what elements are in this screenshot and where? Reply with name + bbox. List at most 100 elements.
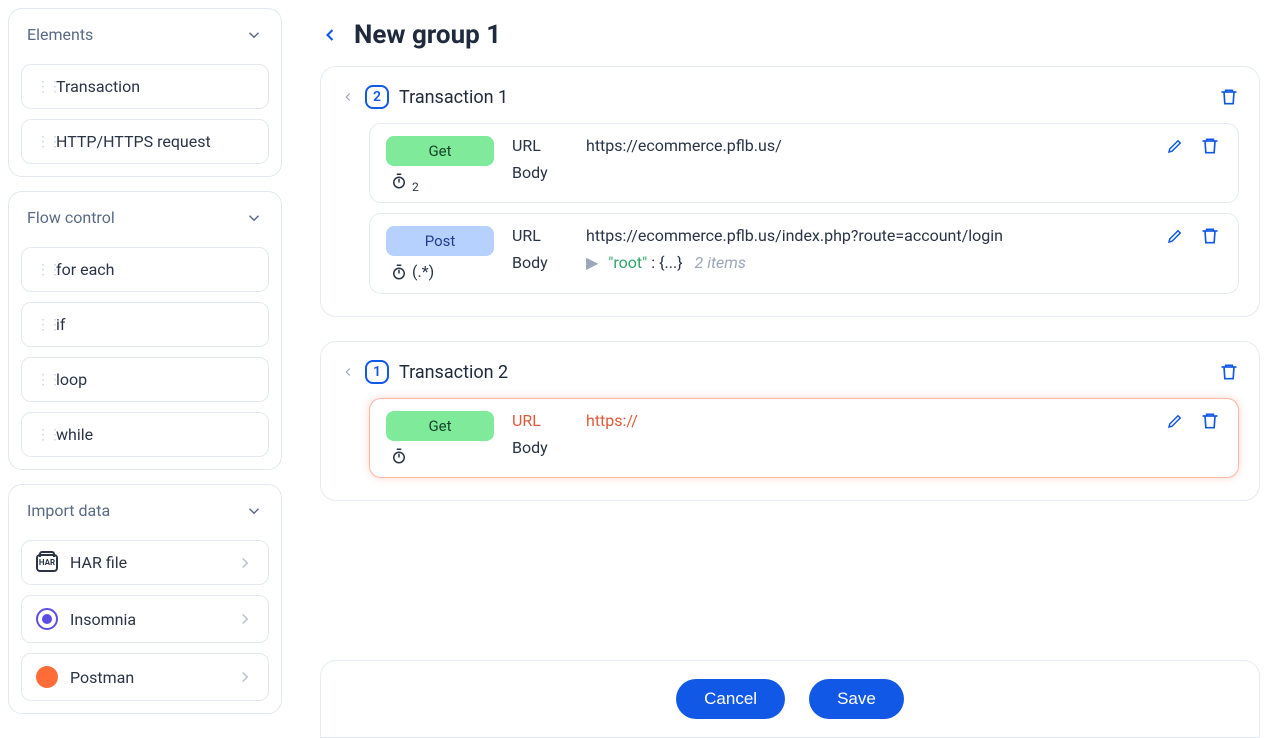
page-title: New group 1 [354, 20, 501, 50]
trash-icon[interactable] [1200, 411, 1220, 431]
panel-flow-control: Flow control ⋮⋮ for each ⋮⋮ if ⋮⋮ loop ⋮… [8, 191, 282, 470]
url-label: URL [512, 136, 568, 155]
chevron-down-icon [341, 90, 355, 104]
transaction-title: Transaction 1 [399, 87, 508, 108]
panel-import-data: Import data HAR HAR file Insomnia Postma… [8, 484, 282, 714]
timer-count: 2 [412, 180, 419, 194]
panel-header-flow[interactable]: Flow control [21, 202, 269, 237]
method-column: Post (.*) [386, 226, 494, 281]
sidebar-item-label: loop [56, 370, 87, 389]
chevron-down-icon [245, 26, 263, 44]
footer-actions: Cancel Save [320, 660, 1260, 738]
import-item-har[interactable]: HAR HAR file [21, 540, 269, 585]
body-value [586, 438, 638, 457]
json-bracket: : {...} [651, 253, 682, 272]
sidebar-item-loop[interactable]: ⋮⋮ loop [21, 357, 269, 402]
request-row[interactable]: Post (.*) URL https://ecommerce.pflb.us/… [369, 213, 1239, 294]
body-value: ▶ "root" : {...} 2 items [586, 253, 1003, 272]
method-column: Get 2 [386, 136, 494, 190]
drag-handle-icon: ⋮⋮ [36, 79, 46, 95]
request-count-badge: 1 [365, 360, 389, 384]
main-content: New group 1 2 Transaction 1 Get 2 [290, 0, 1270, 738]
transaction-header[interactable]: 2 Transaction 1 [341, 85, 1239, 109]
cancel-button[interactable]: Cancel [676, 679, 785, 719]
import-item-postman[interactable]: Postman [21, 653, 269, 701]
url-label: URL [512, 226, 568, 245]
method-badge-get: Get [386, 411, 494, 441]
sidebar-item-label: HTTP/HTTPS request [56, 132, 211, 151]
body-label: Body [512, 163, 568, 182]
sidebar: Elements ⋮⋮ Transaction ⋮⋮ HTTP/HTTPS re… [0, 0, 290, 738]
panel-title: Flow control [27, 208, 115, 227]
sidebar-item-http-request[interactable]: ⋮⋮ HTTP/HTTPS request [21, 119, 269, 164]
import-item-label: Postman [70, 668, 134, 687]
drag-handle-icon: ⋮⋮ [36, 427, 46, 443]
panel-header-import[interactable]: Import data [21, 495, 269, 530]
drag-handle-icon: ⋮⋮ [36, 372, 46, 388]
request-details: URL https:// Body [512, 411, 638, 457]
sidebar-item-label: if [56, 315, 65, 334]
url-value: https:// [586, 411, 638, 430]
edit-icon[interactable] [1166, 412, 1184, 430]
request-details: URL https://ecommerce.pflb.us/ Body [512, 136, 782, 182]
trash-icon[interactable] [1219, 87, 1239, 107]
save-button[interactable]: Save [809, 679, 904, 719]
trash-icon[interactable] [1219, 362, 1239, 382]
sidebar-item-while[interactable]: ⋮⋮ while [21, 412, 269, 457]
timer-indicator: (.*) [386, 262, 434, 281]
transaction-header[interactable]: 1 Transaction 2 [341, 360, 1239, 384]
request-row[interactable]: Get 2 URL https://ecommerce.pflb.us/ Bod… [369, 123, 1239, 203]
trash-icon[interactable] [1200, 136, 1220, 156]
import-item-insomnia[interactable]: Insomnia [21, 595, 269, 643]
url-label: URL [512, 411, 568, 430]
chevron-right-icon [236, 554, 254, 572]
import-item-label: HAR file [70, 553, 127, 572]
sidebar-item-label: for each [56, 260, 114, 279]
timer-indicator [386, 447, 408, 465]
transaction-card: 2 Transaction 1 Get 2 URL https://ecomme… [320, 66, 1260, 317]
chevron-down-icon [341, 365, 355, 379]
panel-elements: Elements ⋮⋮ Transaction ⋮⋮ HTTP/HTTPS re… [8, 8, 282, 177]
json-key: "root" [608, 253, 647, 272]
drag-handle-icon: ⋮⋮ [36, 134, 46, 150]
drag-handle-icon: ⋮⋮ [36, 317, 46, 333]
edit-icon[interactable] [1166, 137, 1184, 155]
body-label: Body [512, 253, 568, 272]
method-column: Get [386, 411, 494, 465]
method-badge-post: Post [386, 226, 494, 256]
chevron-down-icon [245, 502, 263, 520]
url-value: https://ecommerce.pflb.us/ [586, 136, 782, 155]
edit-icon[interactable] [1166, 227, 1184, 245]
method-badge-get: Get [386, 136, 494, 166]
body-label: Body [512, 438, 568, 457]
body-value [586, 163, 782, 182]
sidebar-item-label: while [56, 425, 93, 444]
request-count-badge: 2 [365, 85, 389, 109]
expand-triangle-icon[interactable]: ▶ [586, 253, 598, 272]
sidebar-item-if[interactable]: ⋮⋮ if [21, 302, 269, 347]
sidebar-item-transaction[interactable]: ⋮⋮ Transaction [21, 64, 269, 109]
back-button[interactable] [320, 25, 340, 45]
insomnia-icon [36, 608, 58, 630]
trash-icon[interactable] [1200, 226, 1220, 246]
sidebar-item-foreach[interactable]: ⋮⋮ for each [21, 247, 269, 292]
panel-title: Elements [27, 25, 93, 44]
panel-title: Import data [27, 501, 110, 520]
har-file-icon: HAR [36, 554, 58, 572]
drag-handle-icon: ⋮⋮ [36, 262, 46, 278]
stopwatch-icon [390, 172, 408, 190]
import-item-label: Insomnia [70, 610, 136, 629]
chevron-down-icon [245, 209, 263, 227]
postman-icon [36, 666, 58, 688]
chevron-right-icon [236, 668, 254, 686]
url-value: https://ecommerce.pflb.us/index.php?rout… [586, 226, 1003, 245]
stopwatch-icon [390, 447, 408, 465]
transaction-card: 1 Transaction 2 Get URL https:// Body [320, 341, 1260, 501]
json-items-count: 2 items [695, 253, 746, 272]
request-details: URL https://ecommerce.pflb.us/index.php?… [512, 226, 1003, 272]
regex-indicator: (.*) [412, 262, 434, 281]
transaction-title: Transaction 2 [399, 362, 508, 383]
panel-header-elements[interactable]: Elements [21, 19, 269, 54]
chevron-right-icon [236, 610, 254, 628]
request-row[interactable]: Get URL https:// Body [369, 398, 1239, 478]
